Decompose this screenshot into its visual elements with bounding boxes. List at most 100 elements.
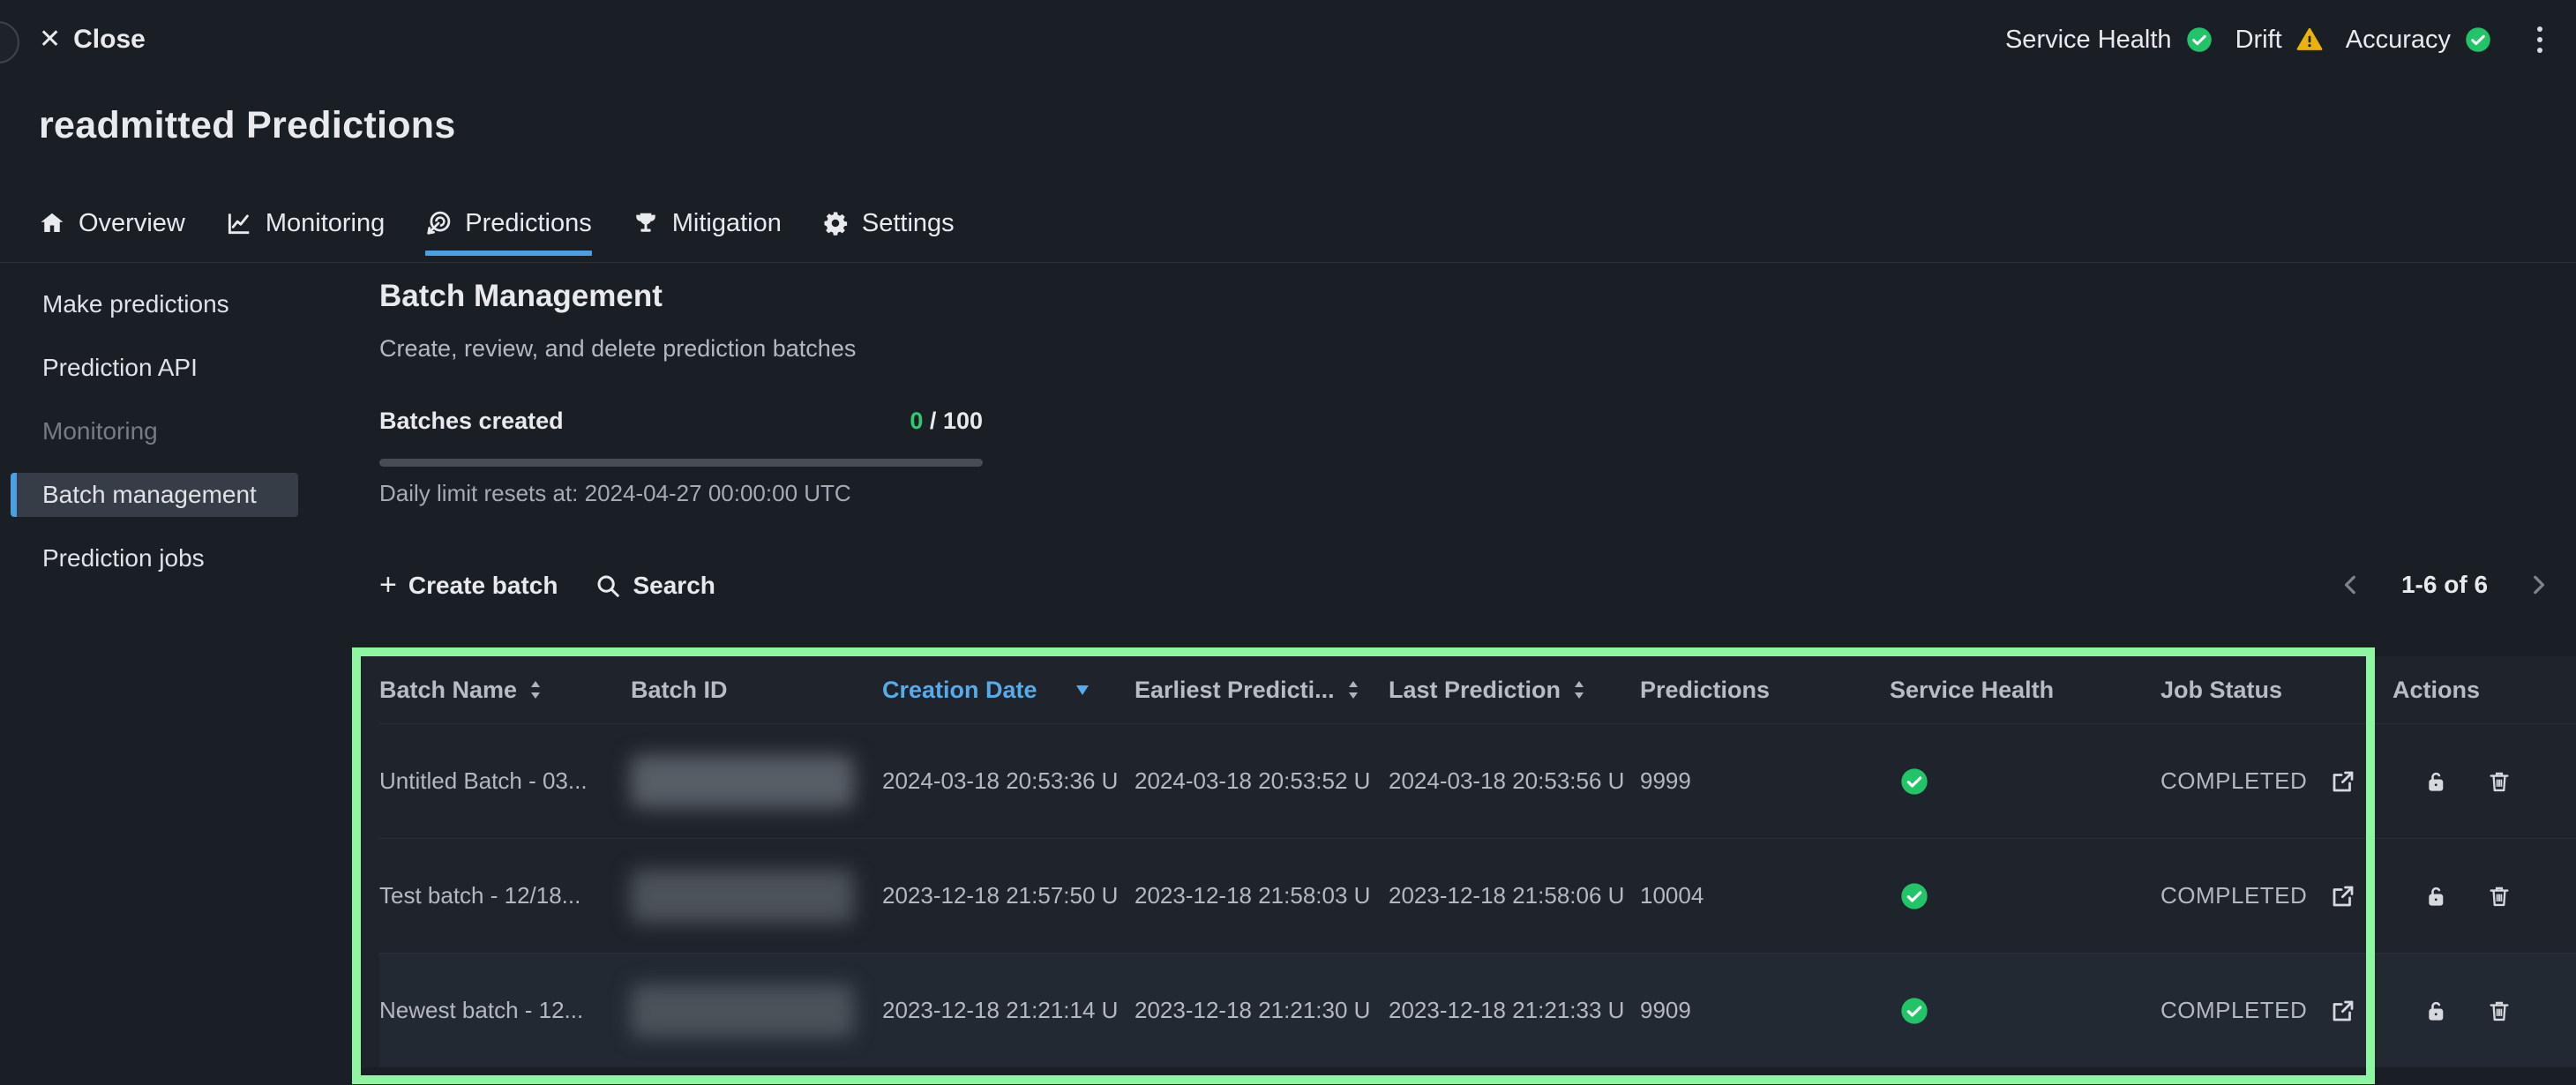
quota-separator: /	[923, 408, 943, 434]
quota-total: 100	[943, 408, 983, 434]
column-header-service-health: Service Health	[1890, 677, 2160, 704]
trash-icon[interactable]	[2487, 769, 2512, 794]
sidebar-item-make-predictions[interactable]: Make predictions	[11, 282, 298, 326]
create-batch-button[interactable]: + Create batch	[379, 572, 558, 600]
predictions-count: 9999	[1640, 767, 1691, 794]
sidebar-item-prediction-api[interactable]: Prediction API	[11, 346, 298, 390]
column-label: Actions	[2393, 677, 2480, 704]
section-subtitle: Create, review, and delete prediction ba…	[379, 335, 856, 363]
table-toolbar: + Create batch Search	[379, 572, 715, 600]
external-link-icon[interactable]	[2330, 998, 2356, 1024]
chevron-right-icon[interactable]	[2523, 570, 2553, 600]
tabbar-divider	[0, 262, 2576, 263]
earliest-prediction: 2024-03-18 20:53:52 UTC	[1134, 767, 1369, 795]
last-prediction: 2023-12-18 21:58:06 UTC	[1389, 882, 1623, 909]
chevron-left-icon[interactable]	[2336, 570, 2366, 600]
trash-icon[interactable]	[2487, 999, 2512, 1023]
column-label: Earliest Predicti...	[1134, 677, 1335, 704]
page-title: readmitted Predictions	[39, 104, 456, 147]
sidebar-item-label: Batch management	[42, 481, 257, 509]
quota-used: 0	[910, 408, 923, 434]
last-prediction: 2023-12-18 21:21:33 UTC	[1389, 997, 1623, 1024]
sidebar-item-label: Make predictions	[42, 290, 229, 318]
column-header-earliest-prediction[interactable]: Earliest Predicti...	[1134, 677, 1389, 704]
column-label: Job Status	[2160, 677, 2282, 704]
search-button[interactable]: Search	[595, 572, 715, 600]
tab-label: Predictions	[465, 209, 591, 238]
last-prediction: 2024-03-18 20:53:56 UTC	[1389, 767, 1623, 795]
column-header-batch-name[interactable]: Batch Name	[379, 677, 631, 704]
predictions-count: 9909	[1640, 997, 1691, 1023]
column-label: Creation Date	[882, 677, 1037, 704]
search-icon	[595, 572, 621, 599]
more-options-kebab-icon[interactable]	[2534, 23, 2546, 56]
service-health-indicator[interactable]: Service Health	[2005, 26, 2213, 55]
chart-line-icon	[226, 210, 252, 236]
deployment-status-indicators: Service Health Drift Accuracy	[2005, 23, 2546, 56]
tab-monitoring[interactable]: Monitoring	[226, 203, 385, 243]
column-header-job-status: Job Status	[2160, 677, 2393, 704]
check-circle-icon	[2465, 26, 2491, 53]
column-header-batch-id[interactable]: Batch ID	[631, 677, 882, 704]
table-row[interactable]: Untitled Batch - 03... 2024-03-18 20:53:…	[379, 723, 2576, 838]
job-status: COMPLETED	[2160, 767, 2307, 795]
batch-name: Test batch - 12/18...	[379, 882, 607, 909]
predictions-count: 10004	[1640, 882, 1704, 909]
external-link-icon[interactable]	[2330, 883, 2356, 909]
sidebar-item-label: Prediction API	[42, 354, 198, 382]
sidebar-item-label: Monitoring	[42, 417, 158, 445]
sidebar-item-label: Prediction jobs	[42, 544, 205, 572]
check-circle-icon	[1900, 767, 2160, 796]
pagination: 1-6 of 6	[2336, 570, 2553, 600]
plus-icon: +	[379, 570, 397, 600]
column-header-last-prediction[interactable]: Last Prediction	[1389, 677, 1640, 704]
tab-label: Monitoring	[266, 209, 385, 238]
column-label: Batch ID	[631, 677, 728, 704]
column-label: Predictions	[1640, 677, 1770, 704]
tab-mitigation[interactable]: Mitigation	[633, 203, 782, 243]
accuracy-indicator[interactable]: Accuracy	[2346, 26, 2491, 55]
sort-updown-icon	[1571, 678, 1587, 701]
pagination-range: 1-6 of 6	[2401, 571, 2488, 599]
sidebar-item-batch-management[interactable]: Batch management	[11, 473, 298, 517]
warning-triangle-icon	[2296, 26, 2323, 53]
job-status: COMPLETED	[2160, 997, 2307, 1024]
tab-predictions[interactable]: Predictions	[425, 203, 591, 243]
check-circle-icon	[1900, 997, 2160, 1025]
drift-indicator[interactable]: Drift	[2235, 26, 2323, 55]
sidebar-item-prediction-jobs[interactable]: Prediction jobs	[11, 536, 298, 580]
external-link-icon[interactable]	[2330, 768, 2356, 795]
batch-id-redacted	[631, 984, 854, 1037]
close-icon: ✕	[39, 26, 61, 53]
drift-label: Drift	[2235, 26, 2282, 55]
job-status: COMPLETED	[2160, 882, 2307, 909]
table-header-row: Batch Name Batch ID Creation Date Earlie…	[379, 656, 2576, 723]
column-header-creation-date[interactable]: Creation Date	[882, 677, 1134, 704]
check-circle-icon	[1900, 882, 2160, 910]
tab-overview[interactable]: Overview	[39, 203, 185, 243]
create-batch-label: Create batch	[408, 572, 558, 600]
edge-floating-button[interactable]	[0, 21, 19, 64]
gear-icon	[822, 210, 849, 236]
column-label: Last Prediction	[1389, 677, 1561, 704]
lock-icon[interactable]	[2423, 999, 2448, 1023]
table-row[interactable]: Test batch - 12/18... 2023-12-18 21:57:5…	[379, 838, 2576, 953]
creation-date: 2023-12-18 21:21:14 UTC	[882, 997, 1117, 1024]
creation-date: 2023-12-18 21:57:50 UTC	[882, 882, 1117, 909]
tab-settings[interactable]: Settings	[822, 203, 955, 243]
column-label: Service Health	[1890, 677, 2054, 704]
service-health-status	[1890, 997, 2160, 1025]
trash-icon[interactable]	[2487, 884, 2512, 909]
daily-limit-note: Daily limit resets at: 2024-04-27 00:00:…	[379, 480, 851, 507]
table-row[interactable]: Newest batch - 12... 2023-12-18 21:21:14…	[379, 953, 2576, 1067]
lock-icon[interactable]	[2423, 884, 2448, 909]
column-label: Batch Name	[379, 677, 517, 704]
earliest-prediction: 2023-12-18 21:21:30 UTC	[1134, 997, 1369, 1024]
sort-desc-icon	[1075, 684, 1090, 696]
trophy-icon	[633, 210, 659, 236]
close-button[interactable]: ✕ Close	[39, 25, 146, 55]
tab-label: Settings	[862, 209, 955, 238]
lock-icon[interactable]	[2423, 769, 2448, 794]
search-label: Search	[633, 572, 715, 600]
service-health-status	[1890, 767, 2160, 796]
